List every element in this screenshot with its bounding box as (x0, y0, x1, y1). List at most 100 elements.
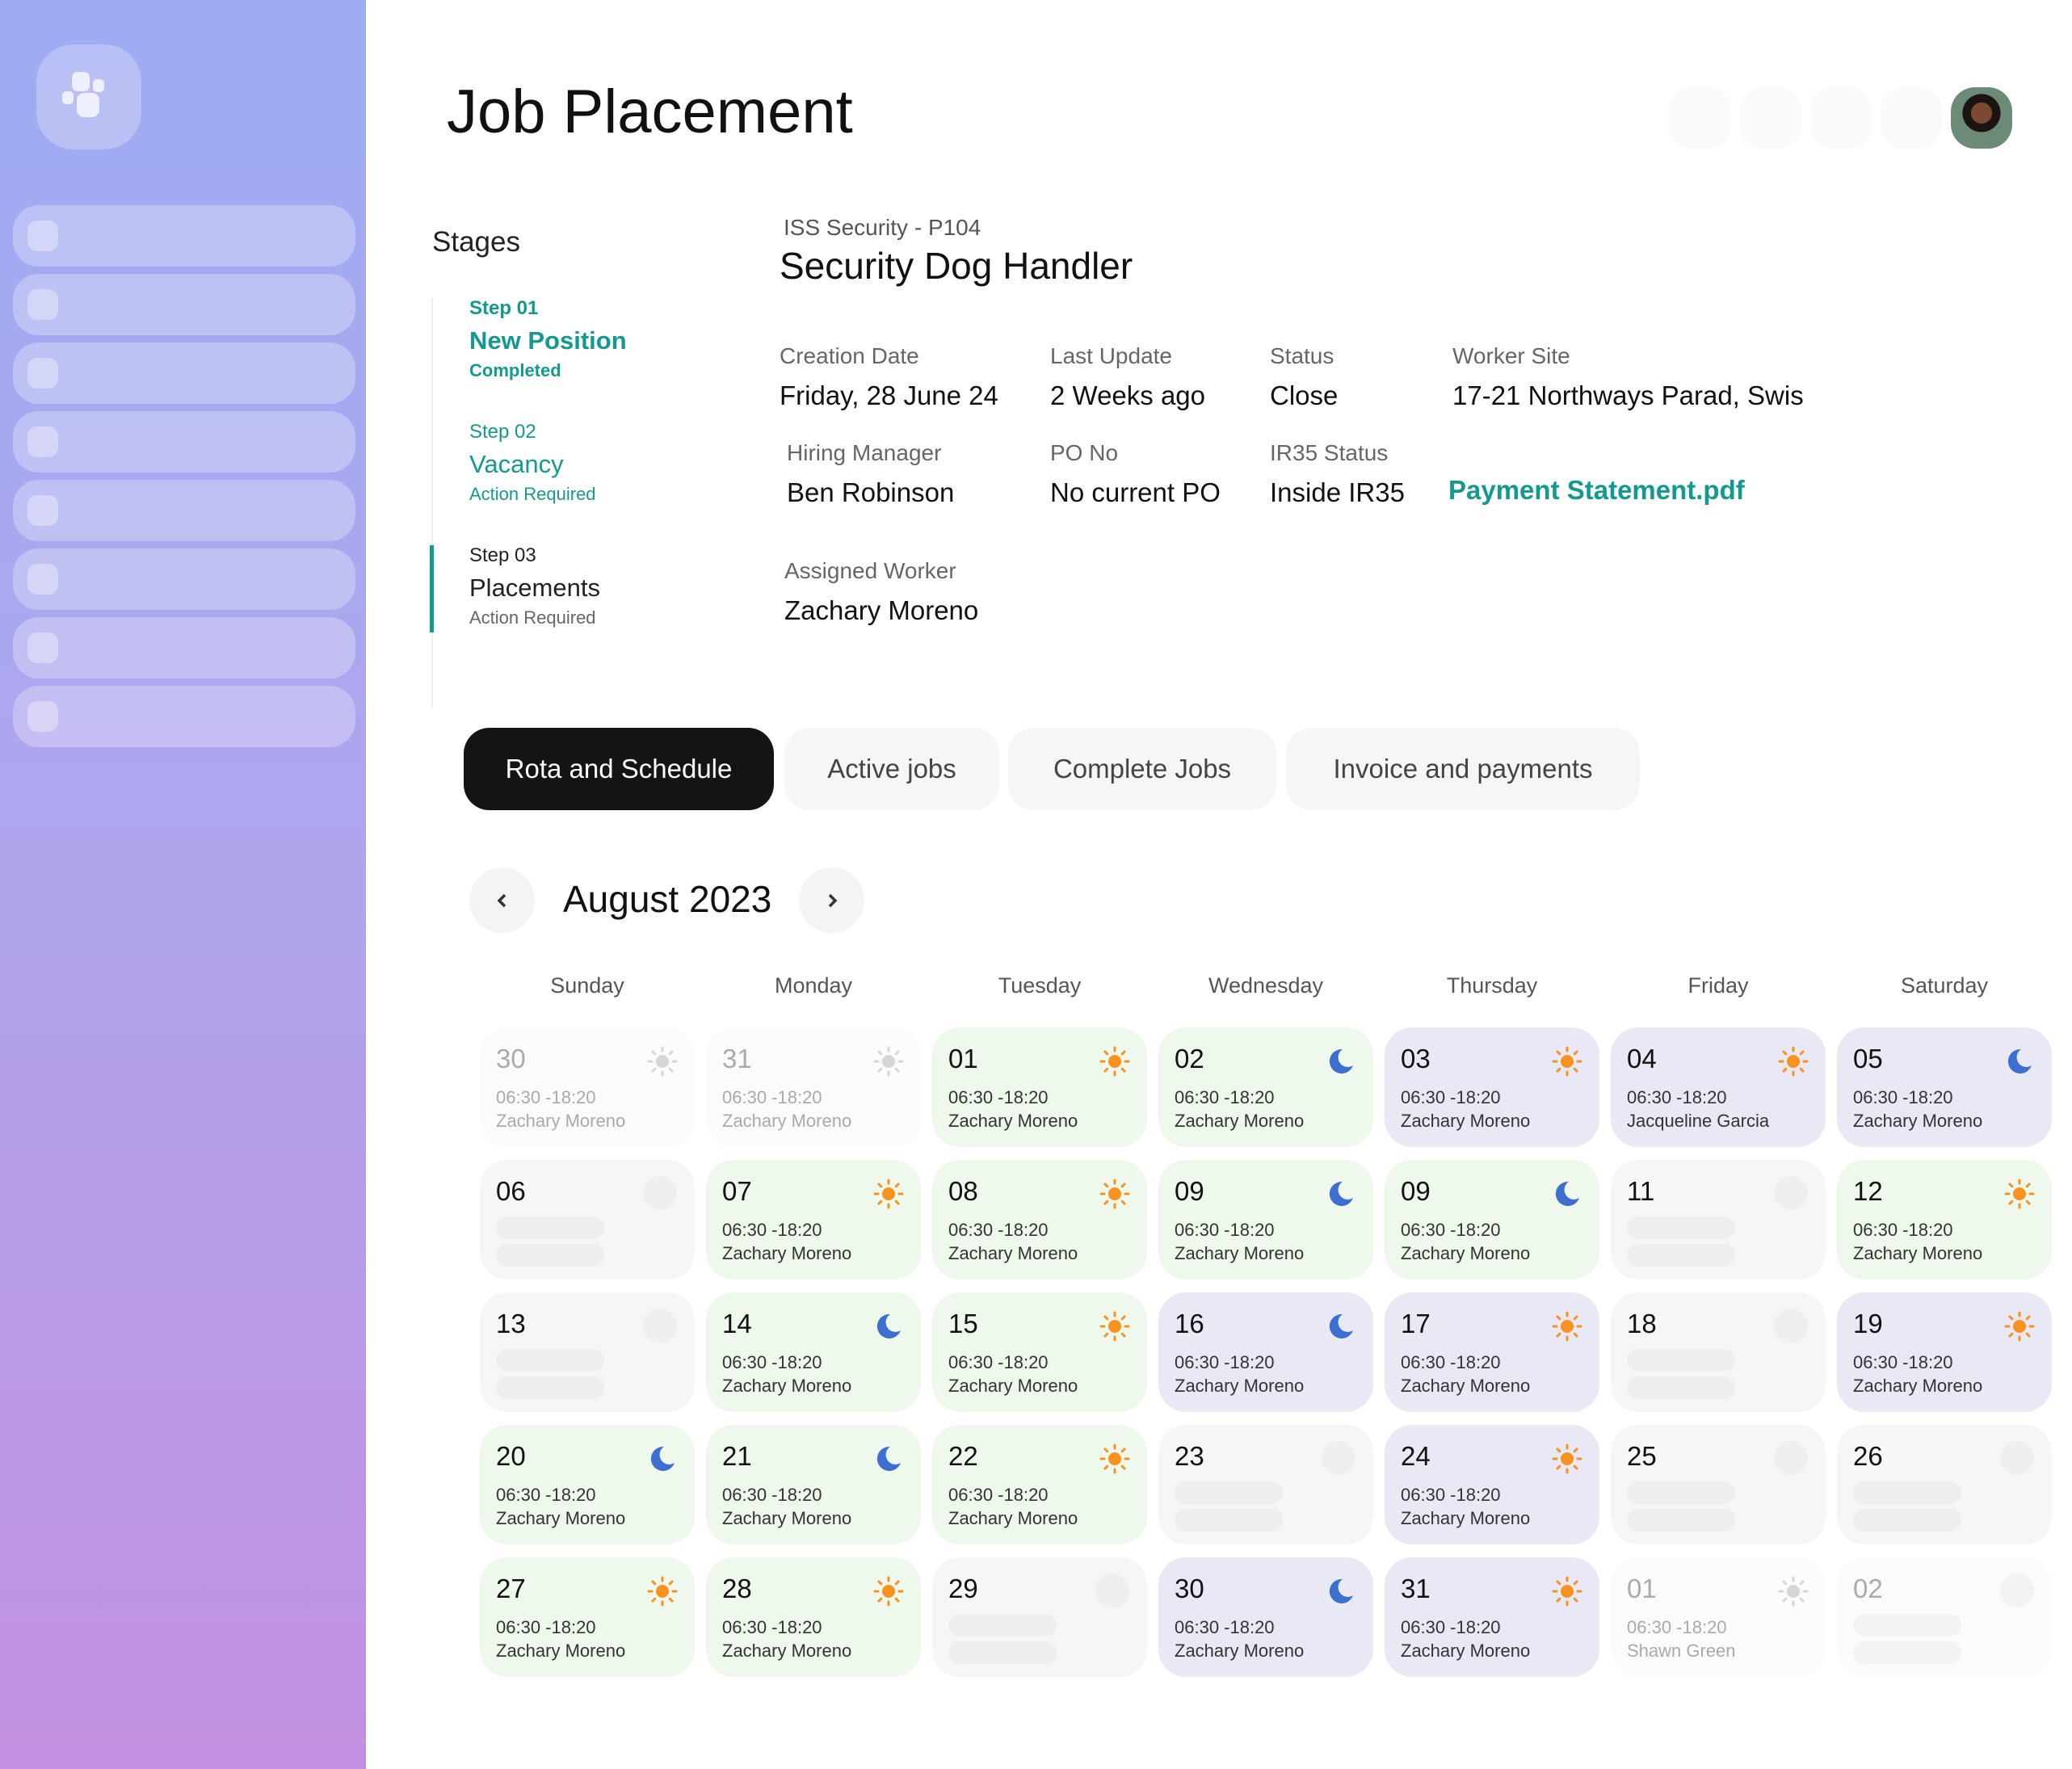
calendar-day[interactable]: 30 06:30 -18:20 Zachary Moreno (1158, 1557, 1373, 1677)
stage-step-3[interactable]: Step 03 Placements Action Required (469, 544, 600, 628)
day-number: 01 (1627, 1574, 1657, 1603)
calendar-day[interactable]: 14 06:30 -18:20 Zachary Moreno (706, 1292, 921, 1412)
step-title: New Position (469, 326, 627, 355)
header-button[interactable] (1881, 87, 1942, 149)
moon-icon (646, 1443, 679, 1475)
tab-complete-jobs[interactable]: Complete Jobs (1008, 728, 1276, 810)
calendar-day[interactable]: 02 (1837, 1557, 2052, 1677)
tab-rota-and-schedule[interactable]: Rota and Schedule (464, 728, 774, 810)
moon-icon (1325, 1178, 1357, 1210)
shift-worker: Zachary Moreno (1401, 1508, 1531, 1528)
calendar-day[interactable]: 20 06:30 -18:20 Zachary Moreno (480, 1425, 695, 1544)
calendar-day[interactable]: 09 06:30 -18:20 Zachary Moreno (1158, 1160, 1373, 1279)
header-button[interactable] (1740, 87, 1801, 149)
shift-time: 06:30 -18:20 (496, 1485, 596, 1505)
shift-worker: Zachary Moreno (1175, 1376, 1305, 1396)
calendar-day[interactable]: 15 06:30 -18:20 Zachary Moreno (932, 1292, 1147, 1412)
calendar-day[interactable]: 19 06:30 -18:20 Zachary Moreno (1837, 1292, 2052, 1412)
shift-worker: Zachary Moreno (496, 1641, 626, 1661)
calendar-day[interactable]: 30 06:30 -18:20 Zachary Moreno (480, 1027, 695, 1147)
stage-step-1[interactable]: Step 01 New Position Completed (469, 297, 627, 381)
calendar-day[interactable]: 25 (1611, 1425, 1826, 1544)
tab-invoice-and-payments[interactable]: Invoice and payments (1286, 728, 1640, 810)
day-number: 22 (948, 1441, 978, 1471)
app-logo[interactable] (36, 44, 141, 149)
shift-time: 06:30 -18:20 (948, 1485, 1049, 1505)
sidebar-item[interactable] (13, 274, 355, 335)
calendar-day[interactable]: 09 06:30 -18:20 Zachary Moreno (1385, 1160, 1599, 1279)
placeholder-bar (1627, 1481, 1735, 1504)
calendar-day[interactable]: 03 06:30 -18:20 Zachary Moreno (1385, 1027, 1599, 1147)
stages-heading: Stages (432, 226, 520, 258)
calendar-day[interactable]: 24 06:30 -18:20 Zachary Moreno (1385, 1425, 1599, 1544)
placeholder-bar (1627, 1216, 1735, 1239)
calendar-day[interactable]: 08 06:30 -18:20 Zachary Moreno (932, 1160, 1147, 1279)
sidebar-item[interactable] (13, 686, 355, 747)
calendar-day[interactable]: 01 06:30 -18:20 Zachary Moreno (932, 1027, 1147, 1147)
calendar-day[interactable]: 04 06:30 -18:20 Jacqueline Garcia (1611, 1027, 1826, 1147)
shift-time: 06:30 -18:20 (1401, 1485, 1501, 1505)
placeholder-bar (1853, 1509, 1961, 1532)
sidebar-item[interactable] (13, 205, 355, 267)
empty-shift-icon (643, 1176, 677, 1210)
calendar-day[interactable]: 21 06:30 -18:20 Zachary Moreno (706, 1425, 921, 1544)
sidebar-item[interactable] (13, 411, 355, 473)
step-status: Action Required (469, 484, 596, 504)
calendar-day[interactable]: 29 (932, 1557, 1147, 1677)
shift-worker: Zachary Moreno (1853, 1243, 1983, 1263)
calendar-day[interactable]: 31 06:30 -18:20 Zachary Moreno (706, 1027, 921, 1147)
day-number: 31 (722, 1044, 752, 1074)
day-number: 29 (948, 1574, 978, 1603)
weekday-header: Monday (774, 973, 853, 998)
placeholder-bar (948, 1614, 1057, 1637)
calendar-day[interactable]: 11 (1611, 1160, 1826, 1279)
sun-icon (1777, 1575, 1809, 1607)
calendar-day[interactable]: 01 06:30 -18:20 Shawn Green (1611, 1557, 1826, 1677)
calendar-day[interactable]: 06 (480, 1160, 695, 1279)
chevron-left-icon (497, 893, 506, 907)
moon-icon (1325, 1310, 1357, 1343)
calendar-day[interactable]: 26 (1837, 1425, 2052, 1544)
calendar-day[interactable]: 23 (1158, 1425, 1373, 1544)
user-avatar[interactable] (1951, 87, 2012, 149)
sun-icon (1099, 1310, 1131, 1343)
calendar-day[interactable]: 18 (1611, 1292, 1826, 1412)
day-number: 04 (1627, 1044, 1657, 1074)
next-month-button[interactable] (799, 868, 864, 933)
sidebar-item[interactable] (13, 342, 355, 404)
calendar-day[interactable]: 05 06:30 -18:20 Zachary Moreno (1837, 1027, 2052, 1147)
sun-icon (1099, 1443, 1131, 1475)
shift-worker: Zachary Moreno (1853, 1111, 1983, 1131)
sidebar-item[interactable] (13, 617, 355, 679)
day-number: 08 (948, 1176, 978, 1206)
calendar-day[interactable]: 12 06:30 -18:20 Zachary Moreno (1837, 1160, 2052, 1279)
day-number: 09 (1401, 1176, 1431, 1206)
day-number: 26 (1853, 1441, 1883, 1471)
sidebar-item[interactable] (13, 480, 355, 541)
shift-time: 06:30 -18:20 (1401, 1087, 1501, 1107)
day-number: 02 (1853, 1574, 1883, 1603)
empty-shift-icon (1774, 1441, 1808, 1475)
calendar-day[interactable]: 17 06:30 -18:20 Zachary Moreno (1385, 1292, 1599, 1412)
calendar-day[interactable]: 27 06:30 -18:20 Zachary Moreno (480, 1557, 695, 1677)
shift-worker: Zachary Moreno (1401, 1243, 1531, 1263)
calendar-day[interactable]: 31 06:30 -18:20 Zachary Moreno (1385, 1557, 1599, 1677)
sun-icon (1551, 1045, 1583, 1078)
payment-statement-link[interactable]: Payment Statement.pdf (1448, 475, 1745, 506)
empty-shift-icon (1322, 1441, 1355, 1475)
calendar-day[interactable]: 13 (480, 1292, 695, 1412)
calendar-day[interactable]: 07 06:30 -18:20 Zachary Moreno (706, 1160, 921, 1279)
shift-time: 06:30 -18:20 (722, 1352, 822, 1372)
sidebar-item[interactable] (13, 548, 355, 610)
header-button[interactable] (1810, 87, 1872, 149)
chevron-right-icon (828, 893, 837, 907)
calendar-day[interactable]: 22 06:30 -18:20 Zachary Moreno (932, 1425, 1147, 1544)
calendar-day[interactable]: 28 06:30 -18:20 Zachary Moreno (706, 1557, 921, 1677)
prev-month-button[interactable] (469, 868, 535, 933)
calendar-day[interactable]: 16 06:30 -18:20 Zachary Moreno (1158, 1292, 1373, 1412)
header-button[interactable] (1670, 87, 1731, 149)
day-number: 28 (722, 1574, 752, 1603)
tab-active-jobs[interactable]: Active jobs (784, 728, 999, 810)
stage-step-2[interactable]: Step 02 Vacancy Action Required (469, 421, 596, 505)
calendar-day[interactable]: 02 06:30 -18:20 Zachary Moreno (1158, 1027, 1373, 1147)
